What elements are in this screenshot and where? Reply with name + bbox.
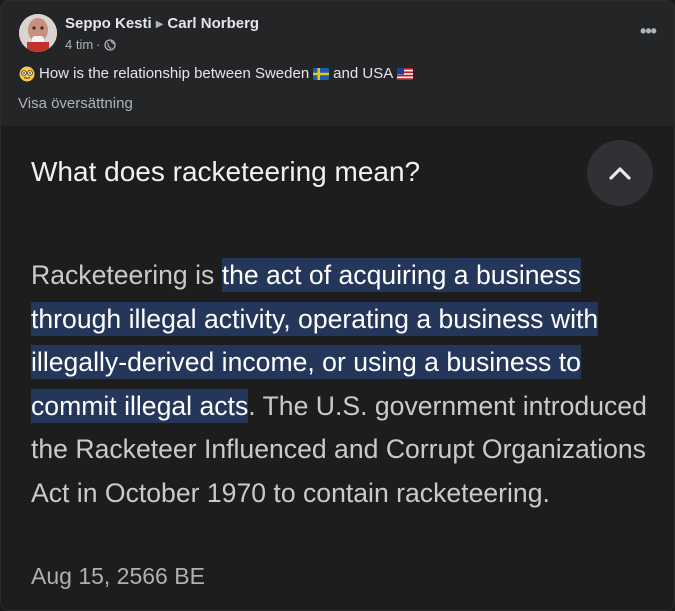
author-line: Seppo Kesti ▶ Carl Norberg [65,15,259,32]
answer-date: Aug 15, 2566 BE [31,563,205,589]
nerd-face-emoji-icon [19,66,35,81]
shared-to-arrow-icon: ▶ [155,19,164,30]
chevron-up-icon [609,167,631,180]
meta-separator: · [96,37,101,52]
question-title: What does racketeering mean? [31,156,421,187]
author-avatar[interactable] [19,14,57,52]
post-text: How is the relationship between Sweden a… [19,65,414,82]
more-options-icon[interactable]: ••• [636,19,660,43]
see-translation-link[interactable]: Visa översättning [18,95,133,112]
post-text-intro: How is the relationship between Sweden [39,65,310,82]
post-text-and: and USA [333,65,394,82]
globe-icon[interactable] [103,38,116,51]
collapse-button [587,140,653,206]
shared-screenshot-image[interactable]: What does racketeering mean? Racketeerin… [1,126,674,610]
avatar-image [19,14,57,52]
target-name[interactable]: Carl Norberg [167,15,259,32]
author-name[interactable]: Seppo Kesti [65,15,152,32]
post-timestamp[interactable]: 4 tim [65,37,93,52]
post-meta: 4 tim · [65,37,116,52]
answer-text: Racketeering is the act of acquiring a b… [31,254,661,515]
sweden-flag-icon [313,67,330,80]
usa-flag-icon [397,67,414,80]
feed-post: Seppo Kesti ▶ Carl Norberg 4 tim · ••• How… [0,0,675,611]
post-header: Seppo Kesti ▶ Carl Norberg 4 tim · ••• [1,1,674,63]
answer-prefix: Racketeering is [31,260,222,290]
